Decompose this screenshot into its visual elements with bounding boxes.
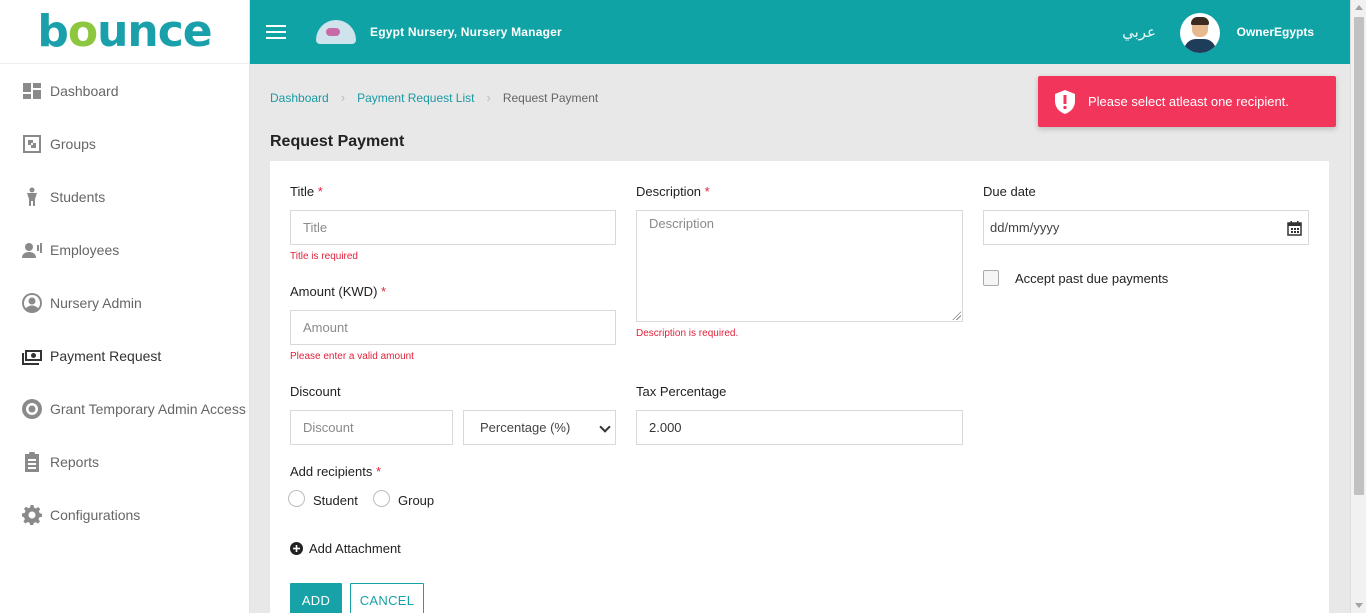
accept-past-due-label: Accept past due payments <box>1015 271 1169 286</box>
sidebar-item-nursery-admin[interactable]: Nursery Admin <box>0 276 249 329</box>
description-label: Description * <box>636 184 710 199</box>
money-icon <box>22 346 42 366</box>
sidebar-item-label: Groups <box>50 135 96 152</box>
nursery-name: Egypt Nursery, Nursery Manager <box>370 25 562 39</box>
resize-handle[interactable] <box>952 311 961 320</box>
plus-circle-icon <box>290 542 303 555</box>
chevron-right-icon: › <box>486 90 491 105</box>
recipients-label: Add recipients * <box>290 464 382 479</box>
scroll-up-icon[interactable] <box>1355 5 1363 10</box>
bounce-logo[interactable]: bounce <box>0 0 249 64</box>
sidebar-item-label: Employees <box>50 241 120 258</box>
recipient-group-radio[interactable] <box>373 490 390 507</box>
sidebar-item-label: Nursery Admin <box>50 294 142 311</box>
page-scrollbar[interactable] <box>1350 0 1366 613</box>
description-textarea[interactable]: Description <box>636 210 963 322</box>
recipient-student-label: Student <box>313 493 358 508</box>
calendar-icon[interactable] <box>1287 220 1302 236</box>
sidebar-item-grant-access[interactable]: Grant Temporary Admin Access <box>0 382 249 435</box>
discount-type-value: Percentage (%) <box>480 420 571 435</box>
sidebar-item-label: Configurations <box>50 506 141 523</box>
topbar: Egypt Nursery, Nursery Manager عربي Owne… <box>250 0 1350 64</box>
sidebar-item-label: Reports <box>50 453 100 470</box>
lifebuoy-icon <box>22 398 42 419</box>
breadcrumb-current: Request Payment <box>502 90 599 105</box>
sidebar-nav: Dashboard Groups Students Employees Nurs… <box>0 64 249 541</box>
scrollbar-thumb[interactable] <box>1354 17 1364 495</box>
breadcrumb-payment-request-list[interactable]: Payment Request List <box>357 91 474 105</box>
toast-message: Please select atleast one recipient. <box>1088 94 1289 109</box>
sidebar-item-students[interactable]: Students <box>0 170 249 223</box>
shield-alert-icon <box>1055 89 1075 114</box>
breadcrumb: Dashboard › Payment Request List › Reque… <box>270 90 598 105</box>
scroll-down-icon[interactable] <box>1355 603 1363 608</box>
page-title: Request Payment <box>270 133 405 150</box>
tax-label: Tax Percentage <box>636 384 727 399</box>
discount-label: Discount <box>290 384 341 399</box>
nursery-logo <box>316 20 356 44</box>
dashboard-icon <box>22 81 42 101</box>
add-button[interactable]: ADD <box>290 583 342 613</box>
sidebar-item-payment-request[interactable]: Payment Request <box>0 329 249 382</box>
due-date-placeholder: dd/mm/yyyy <box>990 220 1060 235</box>
title-label: Title * <box>290 184 323 199</box>
cancel-button[interactable]: CANCEL <box>350 583 424 613</box>
chevron-right-icon: › <box>340 90 346 105</box>
groups-icon <box>22 134 42 154</box>
menu-icon[interactable] <box>266 21 286 43</box>
sidebar-item-label: Dashboard <box>50 82 119 99</box>
recipient-group-label: Group <box>398 493 435 508</box>
discount-input[interactable]: Discount <box>290 410 453 445</box>
username[interactable]: OwnerEgypts <box>1237 25 1314 39</box>
recipient-student-radio[interactable] <box>288 490 305 507</box>
due-date-label: Due date <box>983 184 1036 199</box>
student-icon <box>22 187 42 207</box>
avatar[interactable] <box>1180 13 1220 53</box>
amount-error: Please enter a valid amount <box>290 351 414 362</box>
admin-user-icon <box>22 292 42 313</box>
employees-icon <box>22 240 42 260</box>
sidebar-item-label: Grant Temporary Admin Access <box>50 400 246 417</box>
breadcrumb-dashboard[interactable]: Dashboard <box>270 91 329 105</box>
sidebar-item-dashboard[interactable]: Dashboard <box>0 64 249 117</box>
tax-input[interactable]: 2.000 <box>636 410 963 445</box>
discount-type-select[interactable]: Percentage (%) <box>463 410 616 445</box>
description-error: Description is required. <box>636 328 739 339</box>
request-payment-form: Title * Title Title is required Amount (… <box>270 161 1329 613</box>
sidebar-item-employees[interactable]: Employees <box>0 223 249 276</box>
sidebar-item-groups[interactable]: Groups <box>0 117 249 170</box>
sidebar-item-reports[interactable]: Reports <box>0 435 249 488</box>
title-error: Title is required <box>290 251 358 262</box>
description-placeholder: Description <box>649 216 715 231</box>
sidebar-item-configurations[interactable]: Configurations <box>0 488 249 541</box>
language-toggle[interactable]: عربي <box>1122 23 1156 41</box>
amount-label: Amount (KWD) * <box>290 284 387 299</box>
add-attachment-link[interactable]: Add Attachment <box>290 541 401 556</box>
gear-icon <box>22 504 42 525</box>
title-input[interactable]: Title <box>290 210 616 245</box>
sidebar: bounce Dashboard Groups Students Employe… <box>0 0 250 613</box>
sidebar-item-label: Students <box>50 188 106 205</box>
accept-past-due-checkbox[interactable] <box>983 270 999 286</box>
amount-input[interactable]: Amount <box>290 310 616 345</box>
add-attachment-label: Add Attachment <box>309 541 401 556</box>
clipboard-icon <box>22 451 42 472</box>
sidebar-item-label: Payment Request <box>50 347 162 364</box>
chevron-down-icon <box>599 421 611 433</box>
error-toast[interactable]: Please select atleast one recipient. <box>1038 76 1336 127</box>
due-date-input[interactable]: dd/mm/yyyy <box>983 210 1309 245</box>
